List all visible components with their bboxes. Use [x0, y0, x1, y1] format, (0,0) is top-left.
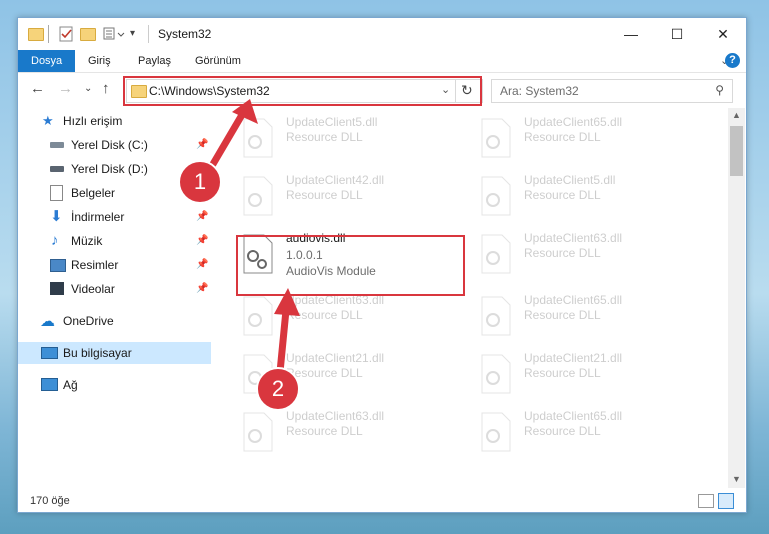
step-badge-1: 1 — [178, 160, 222, 204]
step-badge-2: 2 — [256, 367, 300, 411]
annotation-arrows — [202, 99, 300, 373]
arrow-2-head — [274, 288, 300, 316]
